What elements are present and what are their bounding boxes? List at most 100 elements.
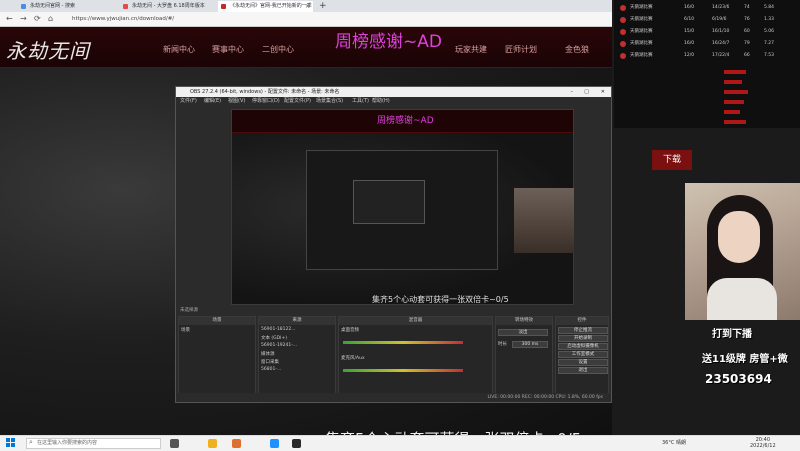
site-nav-creative[interactable]: 二创中心 [262, 44, 294, 55]
tab-label: 《永劫无间》官网-我已开始新的一季 [230, 3, 312, 9]
overlay-text-3: 23503694 [705, 372, 772, 386]
preview-caption: 集齐5个心动套可获得一张双倍卡~0/5 [372, 295, 509, 304]
tab-2[interactable]: 永劫无间 - 大罗盘 6.18周年版本 [120, 1, 215, 12]
close-tab-icon[interactable]: × [305, 1, 310, 12]
stats-row: 天鹅湖比赛 16/0 16/24/7 79 7.27 [614, 38, 800, 50]
stats-row: 天鹅湖比赛 6/10 6/19/6 76 1.33 [614, 14, 800, 26]
file-explorer-icon[interactable] [208, 439, 217, 448]
sources-dock: 来源 56901-18122... 文本 (GDI+) 56901-19241-… [258, 316, 336, 400]
close-icon[interactable]: ✕ [601, 87, 605, 97]
stats-bar [724, 80, 742, 84]
site-nav-gold[interactable]: 金色狼 [565, 44, 589, 55]
controls-dock: 控件 停止推流 开始录制 启动虚拟摄像机 工作室模式 设置 退出 [555, 316, 609, 400]
menu-tools[interactable]: 工具(T) [352, 97, 369, 106]
streamer-shirt [707, 278, 777, 320]
source-item[interactable]: 56801-... [261, 367, 281, 372]
source-item[interactable]: 文本 (GDI+) [261, 335, 287, 341]
streamer-face [718, 211, 760, 263]
source-toolbar: 未选择源 [180, 308, 198, 313]
transition-select[interactable]: 淡出 [498, 329, 548, 336]
stats-bar [724, 100, 744, 104]
search-icon: ⌕ [29, 438, 33, 446]
site-header: 永劫无间 新闻中心 赛事中心 二创中心 玩家共建 匠师计划 金色狼 [0, 27, 612, 68]
source-item[interactable]: 窗口采集 [261, 359, 279, 365]
volume-meter [343, 369, 463, 372]
obs-statusbar: LIVE: 00:00:00 REC: 00:00:00 CPU: 1.8%, … [176, 393, 611, 402]
app-icon[interactable] [232, 439, 241, 448]
tab-favicon [221, 4, 226, 9]
menu-edit[interactable]: 编辑(E) [204, 97, 221, 106]
source-item[interactable]: 媒体源 [261, 351, 275, 357]
stats-row: 天鹅湖比赛 12/0 17/22/4 66 7.53 [614, 50, 800, 62]
new-tab-icon[interactable]: + [319, 0, 327, 12]
windows-taskbar: 在这里输入你要搜索的内容 ⌕ 36°C 晴朗 20:40 2022/6/12 [0, 435, 800, 451]
source-item[interactable]: 56901-19241-... [261, 343, 297, 348]
obs-taskbar-icon[interactable] [292, 439, 301, 448]
site-nav-craftsman[interactable]: 匠师计划 [505, 44, 537, 55]
tab-1[interactable]: 永劫无间官网 - 搜索 [18, 1, 78, 12]
scenes-dock: 场景 场景 [178, 316, 256, 400]
nested-preview [306, 150, 498, 270]
source-item[interactable]: 56901-18122... [261, 327, 296, 332]
menu-file[interactable]: 文件(F) [180, 97, 197, 106]
site-nav-community[interactable]: 玩家共建 [455, 44, 487, 55]
scene-item[interactable]: 场景 [181, 327, 190, 333]
obs-preview[interactable]: 周榜感谢~AD 集齐5个心动套可获得一张双倍卡~0/5 [231, 109, 574, 305]
obs-menubar: 文件(F) 编辑(E) 视图(V) 停靠窗口(D) 配置文件(P) 场景集合(S… [176, 97, 611, 106]
maximize-icon[interactable]: □ [584, 87, 589, 97]
minimize-icon[interactable]: – [571, 87, 574, 97]
volume-meter [343, 341, 463, 344]
menu-help[interactable]: 帮助(H) [372, 97, 390, 106]
weather-widget[interactable]: 36°C 晴朗 [662, 437, 686, 450]
back-icon[interactable]: ← [6, 13, 13, 25]
url-input[interactable]: https://www.yjwujian.cn/download/#/ [72, 14, 452, 24]
edge-icon[interactable] [270, 439, 279, 448]
tab-favicon [21, 4, 26, 9]
virtual-camera-button[interactable]: 启动虚拟摄像机 [558, 343, 608, 350]
tab-favicon [123, 4, 128, 9]
stats-bar [724, 110, 740, 114]
start-recording-button[interactable]: 开始录制 [558, 335, 608, 342]
webcam-feed [685, 183, 800, 320]
stop-streaming-button[interactable]: 停止推流 [558, 327, 608, 334]
forward-icon[interactable]: → [20, 13, 27, 25]
menu-docks[interactable]: 停靠窗口(D) [252, 97, 280, 106]
taskbar-search-input[interactable]: 在这里输入你要搜索的内容 [26, 438, 161, 449]
site-logo[interactable]: 永劫无间 [6, 35, 90, 64]
tab-label: 永劫无间 - 大罗盘 6.18周年版本 [132, 3, 205, 9]
player-icon [620, 29, 626, 35]
address-bar: ← → ⟳ ⌂ https://www.yjwujian.cn/download… [0, 12, 612, 27]
stats-bar [724, 90, 748, 94]
preview-site-header: 周榜感谢~AD [232, 110, 573, 133]
studio-mode-button[interactable]: 工作室模式 [558, 351, 608, 358]
nested-preview-inner [353, 180, 425, 224]
stats-bar [724, 120, 746, 124]
exit-button[interactable]: 退出 [558, 367, 608, 374]
settings-button[interactable]: 设置 [558, 359, 608, 366]
preview-webcam [514, 188, 574, 253]
refresh-icon[interactable]: ⟳ [34, 13, 41, 25]
home-icon[interactable]: ⌂ [48, 13, 53, 25]
site-nav-esports[interactable]: 赛事中心 [212, 44, 244, 55]
preview-canvas: 周榜感谢~AD 集齐5个心动套可获得一张双倍卡~0/5 [232, 110, 574, 304]
mixer-channel-desktop: 桌面音频 [341, 328, 359, 333]
site-nav-news[interactable]: 新闻中心 [163, 44, 195, 55]
tab-3-active[interactable]: 《永劫无间》官网-我已开始新的一季 × [218, 1, 313, 12]
tab-bar: 永劫无间官网 - 搜索 永劫无间 - 大罗盘 6.18周年版本 《永劫无间》官网… [0, 0, 612, 12]
task-view-icon[interactable] [170, 439, 179, 448]
download-button[interactable]: 下载 [652, 150, 692, 170]
obs-title: OBS 27.2.4 (64-bit, windows) - 配置文件: 未命名… [190, 89, 340, 95]
overlay-text-1: 打到下播 [712, 329, 752, 340]
stats-row: 天鹅湖比赛 15/0 16/1/10 60 5.06 [614, 26, 800, 38]
menu-profile[interactable]: 配置文件(P) [284, 97, 311, 106]
system-clock[interactable]: 20:40 2022/6/12 [750, 437, 776, 449]
duration-input[interactable]: 300 ms [512, 341, 548, 348]
windows-start-icon[interactable] [6, 438, 16, 448]
menu-view[interactable]: 视图(V) [228, 97, 245, 106]
match-stats-overlay: 天鹅湖比赛 16/0 14/23/6 74 5.84 天鹅湖比赛 6/10 6/… [614, 0, 800, 128]
player-icon [620, 41, 626, 47]
player-icon [620, 5, 626, 11]
stats-row: 天鹅湖比赛 16/0 14/23/6 74 5.84 [614, 2, 800, 14]
menu-scene-collection[interactable]: 场景集合(S) [316, 97, 343, 106]
overlay-text-2: 送11级牌 房管+微 [702, 354, 788, 365]
